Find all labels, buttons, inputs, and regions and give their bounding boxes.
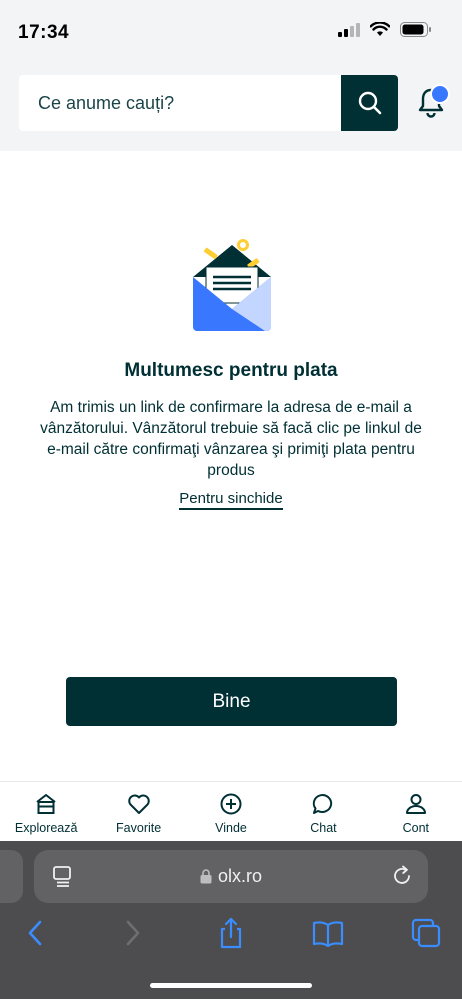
home-indicator [150, 983, 312, 988]
nav-label: Favorite [116, 821, 162, 835]
nav-label: Vinde [215, 821, 247, 835]
battery-icon [400, 22, 431, 37]
reload-icon[interactable] [391, 865, 413, 887]
forward-icon[interactable] [114, 917, 148, 949]
address-bar[interactable]: olx.ro [34, 850, 428, 903]
url-display: olx.ro [34, 850, 428, 903]
tabs-icon[interactable] [409, 917, 443, 949]
header [0, 60, 462, 151]
page-title: Multumesc pentru plata [124, 360, 338, 381]
user-icon [405, 794, 426, 814]
browser-toolbar [0, 917, 462, 949]
nav-item-favorites[interactable]: Favorite [92, 782, 184, 841]
share-icon[interactable] [214, 917, 248, 949]
notification-badge [430, 84, 450, 104]
plus-circle-icon [220, 793, 242, 815]
nav-item-account[interactable]: Cont [370, 782, 462, 841]
bookmarks-icon[interactable] [311, 917, 345, 949]
search-icon [358, 91, 381, 115]
home-icon [36, 794, 56, 814]
back-icon[interactable] [20, 917, 54, 949]
close-link[interactable]: Pentru sinchide [179, 490, 283, 510]
status-time: 17:34 [18, 22, 70, 43]
status-icons [338, 22, 432, 37]
confirmation-message: Am trimis un link de confirmare la adres… [40, 399, 422, 479]
screen: 17:34 Ce anume cauți? Multumesc pentru p… [0, 0, 462, 999]
close-link-row: Pentru sinchide [0, 490, 462, 510]
cellular-signal-icon [338, 22, 360, 37]
nav-label: Cont [402, 821, 430, 835]
nav-label: Explorează [14, 821, 78, 835]
envelope-illustration-icon [193, 239, 271, 331]
search-input[interactable] [19, 75, 341, 131]
chat-bubble-icon [313, 793, 333, 814]
nav-label: Chat [310, 821, 337, 835]
ok-button[interactable]: Bine [66, 677, 397, 726]
bottom-nav: Explorează Favorite Vinde Chat Cont [0, 781, 462, 841]
browser-chrome: olx.ro [0, 841, 462, 999]
status-bar: 17:34 [0, 0, 462, 60]
nav-item-sell[interactable]: Vinde [185, 782, 277, 841]
confirmation-panel: Multumesc pentru plata Am trimis un link… [0, 151, 462, 781]
previous-tab[interactable] [0, 850, 23, 903]
search-button[interactable] [341, 75, 398, 131]
url-text: olx.ro [217, 866, 262, 886]
nav-item-explore[interactable]: Explorează [0, 782, 92, 841]
search-box [19, 75, 398, 131]
nav-item-chat[interactable]: Chat [277, 782, 369, 841]
wifi-icon [370, 22, 390, 36]
lock-icon [200, 869, 212, 884]
heart-icon [127, 794, 150, 814]
